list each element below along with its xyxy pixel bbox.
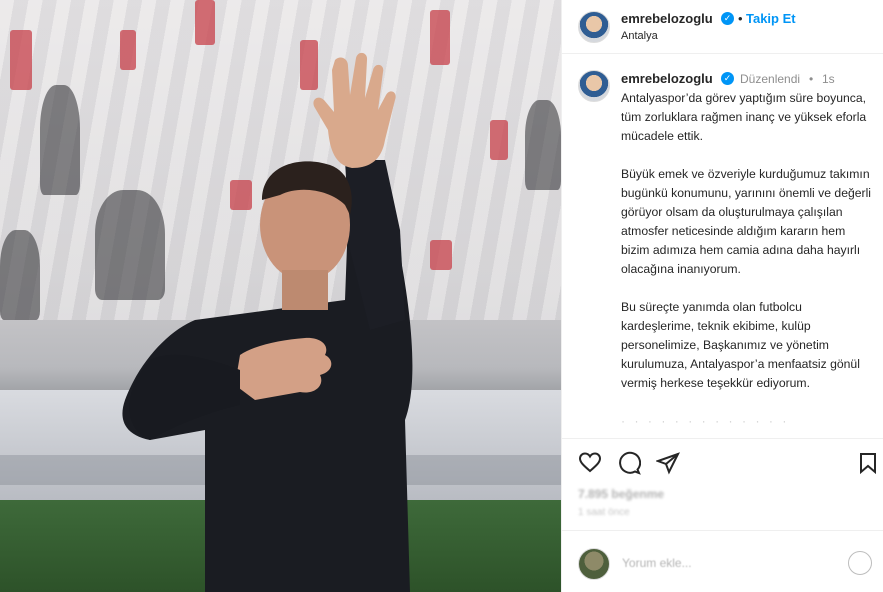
location-link[interactable]: Antalya bbox=[621, 30, 658, 42]
comment-bar bbox=[562, 530, 883, 592]
comment-input[interactable] bbox=[622, 551, 822, 575]
post-photo[interactable] bbox=[0, 0, 561, 592]
comment-icon[interactable] bbox=[617, 451, 641, 475]
post-time[interactable]: 1s bbox=[822, 72, 835, 86]
caption-avatar[interactable] bbox=[578, 70, 610, 102]
avatar[interactable] bbox=[578, 11, 610, 43]
man-figure bbox=[122, 52, 413, 592]
verified-badge-icon: ✓ bbox=[721, 12, 734, 25]
caption-paragraph: Bu süreçte yanımda olan futbolcu kardeşl… bbox=[621, 300, 860, 390]
edited-label: Düzenlendi bbox=[740, 72, 801, 86]
time-ago: 1 saat önce bbox=[578, 507, 630, 518]
heart-icon[interactable] bbox=[578, 451, 602, 475]
emoji-icon[interactable] bbox=[848, 551, 872, 575]
caption-text: Antalyaspor’da görev yaptığım süre boyun… bbox=[621, 89, 871, 450]
current-user-avatar bbox=[578, 548, 610, 580]
instagram-post: emrebelozoglu ✓ • Takip Et Antalya emreb… bbox=[0, 0, 883, 592]
username[interactable]: emrebelozoglu bbox=[621, 11, 713, 26]
divider bbox=[562, 438, 883, 439]
caption-paragraph: Antalyaspor’da görev yaptığım süre boyun… bbox=[621, 91, 867, 143]
verified-badge-icon: ✓ bbox=[721, 72, 734, 85]
separator-dot: • bbox=[809, 72, 814, 86]
bookmark-icon[interactable] bbox=[856, 451, 880, 475]
caption-faded-line: · · · · · · · · · · · · · bbox=[621, 414, 790, 428]
post-side-panel: emrebelozoglu ✓ • Takip Et Antalya emreb… bbox=[561, 0, 883, 592]
caption-paragraph: Büyük emek ve özveriyle kurduğumuz takım… bbox=[621, 167, 871, 276]
separator-dot: • bbox=[738, 11, 743, 26]
follow-button[interactable]: Takip Et bbox=[746, 11, 796, 26]
caption-username[interactable]: emrebelozoglu bbox=[621, 71, 713, 86]
post-header: emrebelozoglu ✓ • Takip Et Antalya bbox=[562, 0, 883, 54]
likes-count[interactable]: 7.895 beğenme bbox=[578, 487, 664, 501]
send-icon[interactable] bbox=[656, 451, 680, 475]
